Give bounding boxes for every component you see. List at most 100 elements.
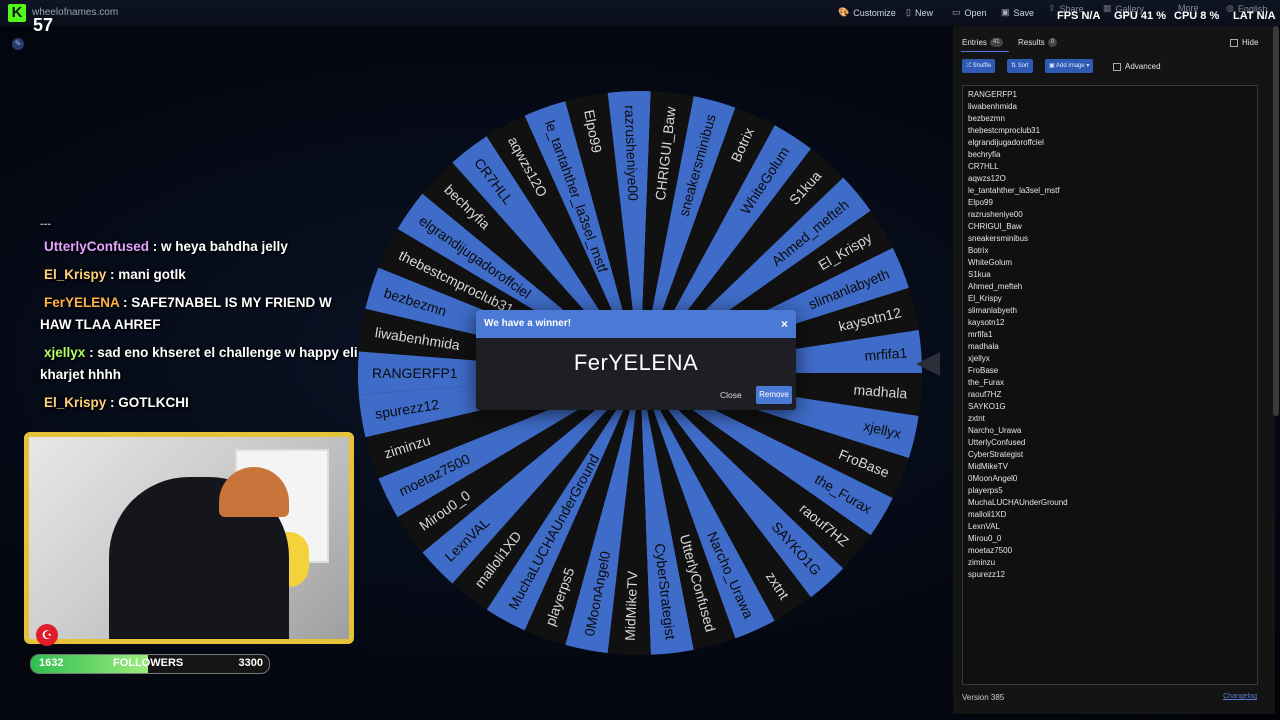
entry-item: bezbezmn [968, 114, 1005, 123]
entry-item: El_Krispy [968, 294, 1002, 303]
dialog-header: We have a winner! × [476, 310, 796, 338]
entries-count-badge: 41 [989, 38, 1003, 48]
winner-name: FerYELENA [573, 350, 699, 375]
version-label: Version 385 [962, 693, 1005, 702]
hide-toggle[interactable]: Hide [1230, 38, 1258, 47]
save-icon: ▣ [1001, 7, 1010, 17]
wheel-segment-label: mrfifa1 [864, 344, 908, 363]
stream-scene: wheelofnames.com 🎨 Customize ▯ New ▭ Open ▣… [0, 0, 1280, 720]
chat-username: El_Krispy [44, 395, 107, 410]
entry-item: Mirou0_0 [968, 534, 1002, 543]
entries-textarea[interactable]: RANGERFP1 liwabenhmida bezbezmn thebestcmpr… [962, 85, 1258, 685]
folder-icon: ▭ [952, 7, 961, 17]
open-menu[interactable]: ▭ Open [952, 7, 987, 18]
results-count-badge: 0 [1047, 38, 1058, 48]
image-icon: ▣ [1049, 63, 1055, 69]
top-bar: wheelofnames.com 🎨 Customize ▯ New ▭ Open ▣… [0, 0, 1280, 26]
advanced-checkbox[interactable] [1113, 62, 1121, 71]
page-scrollbar[interactable] [1273, 26, 1279, 416]
file-icon: ▯ [906, 7, 911, 17]
close-icon[interactable]: × [781, 310, 788, 338]
entry-item: SAYKO1G [968, 402, 1006, 411]
tab-results-label: Results [1018, 38, 1045, 47]
changelog-link[interactable]: Changelog [1223, 693, 1257, 700]
entry-item: spurezz12 [968, 570, 1005, 579]
gallery-icon: ▦ [1103, 3, 1112, 13]
advanced-label: Advanced [1125, 62, 1161, 71]
entries-list: RANGERFP1 liwabenhmida bezbezmn thebestcmpr… [963, 86, 1257, 581]
gpu-readout: GPU 41 % [1114, 10, 1166, 22]
add-image-button[interactable]: ▣ Add image ▾ [1045, 59, 1094, 73]
entry-item: moetaz7500 [968, 546, 1013, 555]
followers-goal-bar: 1632 FOLLOWERS 3300 [30, 654, 270, 674]
chat-message: El_Krispy : GOTLKCHI [40, 392, 360, 414]
entry-item: bechryfia [968, 150, 1001, 159]
entry-item: zxtnt [968, 414, 985, 423]
lat-value: N/A [1256, 10, 1276, 22]
entry-item: Elpo99 [968, 198, 993, 207]
entry-item: ziminzu [968, 558, 996, 567]
shuffle-button[interactable]: ⤮ Shuffle [962, 59, 996, 73]
gpu-label: GPU [1114, 10, 1138, 22]
tab-entries[interactable]: Entries 41 [962, 38, 1003, 48]
lat-label: LAT [1233, 10, 1254, 22]
entry-item: the_Furax [968, 378, 1005, 387]
fps-label: FPS [1057, 10, 1079, 22]
followers-goal: 3300 [238, 657, 263, 669]
entry-item: playerps5 [968, 486, 1003, 495]
chat-text: : mani gotlk [110, 267, 186, 282]
tab-results[interactable]: Results 0 [1018, 38, 1058, 48]
open-label: Open [964, 7, 987, 18]
fps-value: N/A [1081, 10, 1101, 22]
advanced-toggle[interactable]: Advanced [1113, 62, 1161, 71]
entry-item: le_tantahther_la3sel_mstf [968, 186, 1060, 195]
entry-item: WhiteGolum [968, 258, 1013, 267]
new-menu[interactable]: ▯ New [906, 7, 933, 18]
entry-item: MuchaLUCHAUnderGround [968, 498, 1068, 507]
add-image-label: Add image [1056, 63, 1085, 69]
entry-item: CR7HLL [968, 162, 999, 171]
lat-readout: LAT N/A [1233, 10, 1276, 22]
entry-item: MidMikeTV [968, 462, 1009, 471]
cpu-label: CPU [1174, 10, 1198, 22]
chat-username: xjellyx [44, 345, 86, 360]
wheel-pointer [916, 352, 940, 376]
chat-messages: UtterlyConfused : w heya bahdha jelly El_… [40, 236, 360, 414]
chat-overlay: --- UtterlyConfused : w heya bahdha jell… [40, 218, 360, 420]
close-button[interactable]: Close [720, 390, 742, 400]
entry-item: malloli1XD [968, 510, 1007, 519]
active-tab-indicator [961, 51, 1009, 52]
entry-item: madhala [968, 342, 999, 351]
shuffle-label: Shuffle [972, 63, 992, 69]
customize-menu[interactable]: 🎨 Customize [838, 7, 896, 18]
entry-item: UtterlyConfused [968, 438, 1026, 447]
chat-message: xjellyx : sad eno khseret el challenge w… [40, 342, 360, 386]
entry-item: CyberStrategist [968, 450, 1024, 459]
tunisia-flag-icon: ☪ [36, 624, 58, 646]
sort-button[interactable]: ⇅ Sort [1007, 59, 1033, 73]
tab-entries-label: Entries [962, 38, 987, 47]
remove-button[interactable]: Remove [756, 386, 792, 404]
wheel-segment-label: MidMikeTV [622, 570, 641, 641]
viewer-count: 57 [33, 15, 54, 35]
entry-item: slimanlabyeth [968, 306, 1017, 315]
palette-icon: 🎨 [838, 7, 850, 17]
entry-item: Narcho_Urawa [968, 426, 1022, 435]
entry-item: FroBase [968, 366, 999, 375]
new-label: New [914, 7, 933, 18]
hide-label: Hide [1242, 38, 1259, 47]
chat-text: : w heya bahdha jelly [152, 239, 288, 254]
save-label: Save [1013, 7, 1035, 18]
entry-item: razrusheniye00 [968, 210, 1023, 219]
chat-username: UtterlyConfused [44, 239, 150, 254]
winner-dialog: We have a winner! × FerYELENA Close Remo… [476, 310, 796, 410]
entry-item: Botrix [968, 246, 989, 255]
chevron-down-icon: ▾ [1086, 63, 1090, 69]
chat-separator: --- [40, 218, 51, 230]
hide-checkbox[interactable] [1230, 38, 1238, 47]
kick-logo: K [8, 4, 26, 22]
pencil-icon[interactable]: ✎ [12, 38, 24, 50]
save-menu[interactable]: ▣ Save [1001, 7, 1034, 18]
entry-item: xjellyx [968, 354, 990, 363]
customize-label: Customize [853, 7, 896, 18]
